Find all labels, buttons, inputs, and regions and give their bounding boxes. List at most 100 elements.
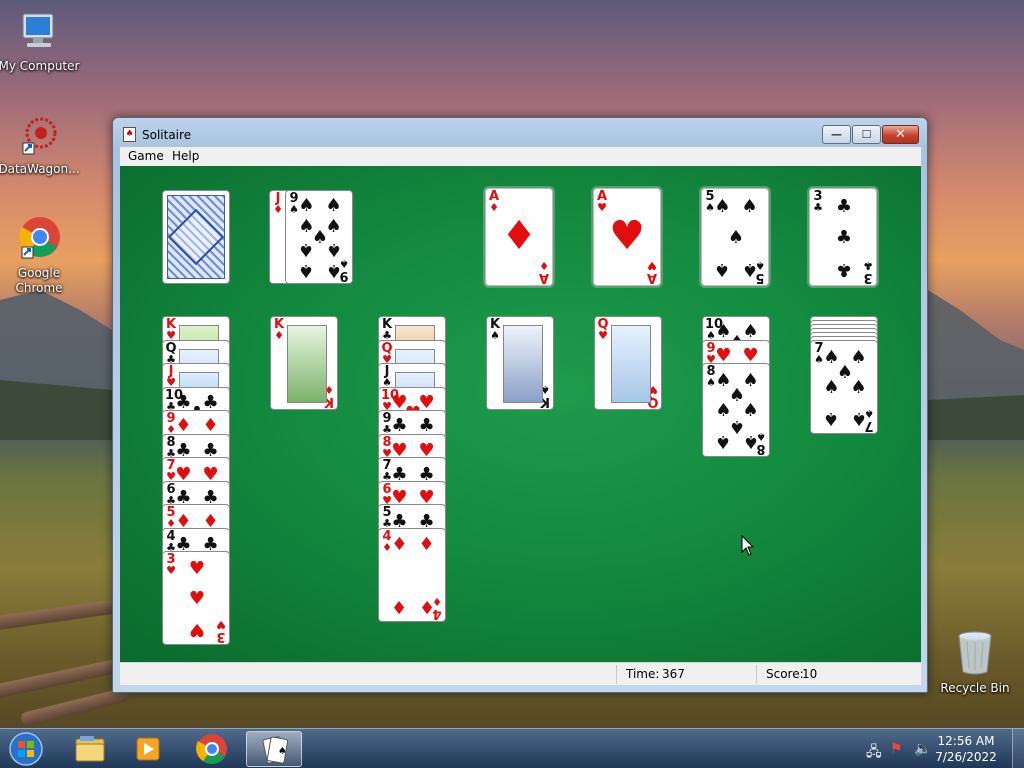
minimize-button[interactable]: — bbox=[822, 125, 851, 144]
card-suit-icon: ♦ bbox=[489, 201, 499, 214]
card-suit-icon: ♦ bbox=[273, 203, 283, 216]
card-pip: ♦ bbox=[418, 595, 435, 617]
playing-card[interactable]: K ♠ K ♠ bbox=[486, 316, 554, 410]
taskbar-chrome[interactable] bbox=[184, 731, 240, 767]
maximize-icon: ☐ bbox=[861, 128, 872, 141]
window-title: Solitaire bbox=[142, 128, 192, 142]
chrome-icon bbox=[19, 217, 60, 259]
solitaire-window: ♠ Solitaire — ☐ ✕ Game Help J♦J♦9♠9♠♠♠♠♠… bbox=[112, 117, 928, 693]
playing-card[interactable]: 3 ♣ 3 ♣ ♣ ♣ ♣ bbox=[809, 188, 877, 286]
card-pip: ♦ bbox=[418, 534, 435, 556]
taskbar-explorer[interactable] bbox=[62, 731, 118, 767]
playing-card[interactable]: 5 ♠ 5 ♠ ♠ ♠ ♠ ♠ ♠ bbox=[701, 188, 769, 286]
time-value: 367 bbox=[662, 667, 685, 681]
media-player-icon bbox=[136, 737, 160, 761]
playing-card[interactable]: 8 ♠ 8 ♠ ♠ ♠ ♠ ♠ ♠ ♠ ♠ ♠ bbox=[702, 363, 770, 457]
card-pip: ♥ bbox=[188, 588, 206, 609]
card-suit-icon: ♦ bbox=[539, 259, 549, 272]
playing-card[interactable]: A ♦ A ♦ ♦ bbox=[485, 188, 553, 286]
action-center-flag-icon[interactable]: ⚑ bbox=[890, 741, 903, 757]
score-value: 10 bbox=[802, 667, 818, 681]
card-pip: ♥ bbox=[188, 619, 206, 641]
card-suit-icon: ♠ bbox=[490, 329, 500, 342]
time-label: Time: bbox=[626, 667, 660, 681]
playing-card[interactable]: 3 ♥ 3 ♥ ♥ ♥ ♥ bbox=[162, 551, 230, 645]
clock-date: 7/26/2022 bbox=[935, 750, 997, 764]
fence-rail bbox=[0, 599, 121, 631]
card-pip: ♠ bbox=[298, 195, 315, 217]
system-clock[interactable]: 12:56 AM 7/26/2022 bbox=[934, 733, 998, 765]
explorer-icon bbox=[75, 736, 105, 762]
card-pip: ♦ bbox=[391, 534, 408, 556]
desktop-icon-label: Google Chrome bbox=[15, 266, 63, 295]
card-pip: ♠ bbox=[714, 259, 731, 281]
card-suit-icon: ♣ bbox=[813, 201, 823, 214]
taskbar-media-player[interactable] bbox=[120, 731, 176, 767]
datawagon-icon bbox=[22, 117, 57, 155]
title-bar[interactable]: ♠ Solitaire — ☐ ✕ bbox=[113, 118, 927, 150]
close-button[interactable]: ✕ bbox=[882, 125, 919, 144]
card-pip: ♦ bbox=[202, 415, 219, 437]
card-pip: ♠ bbox=[325, 195, 342, 217]
show-desktop-button[interactable] bbox=[1012, 729, 1024, 768]
playing-card[interactable]: Q♥Q♥ bbox=[594, 316, 662, 410]
card-face-art bbox=[611, 325, 651, 403]
card-pip: ♠ bbox=[850, 408, 867, 430]
playing-card[interactable]: 4 ♦ 4 ♦ ♦ ♦ ♦ ♦ bbox=[378, 527, 446, 622]
card-suit-icon: ♥ bbox=[597, 201, 607, 214]
card-pip: ♠ bbox=[298, 259, 315, 281]
card-corner-bottom: A ♦ bbox=[538, 259, 550, 285]
card-rank: 3 bbox=[863, 270, 873, 285]
card-rank: A bbox=[538, 270, 550, 285]
menu-game[interactable]: Game bbox=[128, 149, 164, 163]
card-pip: ♠ bbox=[823, 377, 840, 398]
taskbar-solitaire[interactable]: ♠ bbox=[246, 731, 302, 767]
card-ace-pip: ♦ bbox=[501, 213, 537, 259]
desktop-icon-datawagon[interactable]: DataWagon... bbox=[0, 113, 81, 177]
card-pip: ♠ bbox=[742, 431, 759, 453]
menu-help[interactable]: Help bbox=[172, 149, 199, 163]
card-corner-bottom: 3 ♥ bbox=[215, 618, 227, 644]
menu-bar: Game Help bbox=[120, 147, 921, 166]
card-pip: ♠ bbox=[823, 408, 840, 430]
card-pip: ♠ bbox=[850, 377, 867, 398]
desktop-icon-google-chrome[interactable]: Google Chrome bbox=[0, 215, 81, 296]
desktop-icon-recycle-bin[interactable]: Recycle Bin bbox=[933, 630, 1017, 696]
game-table[interactable]: J♦J♦9♠9♠♠♠♠♠♠♠♠♠♠A♦A♦♦A♥A♥♥5♠5♠♠♠♠♠♠3♣3♣… bbox=[120, 166, 921, 662]
network-icon[interactable]: 🖧 bbox=[866, 741, 882, 765]
maximize-button[interactable]: ☐ bbox=[852, 125, 881, 144]
card-suit-icon: ♦ bbox=[274, 329, 284, 342]
status-bar: Time: 367 Score: 10 bbox=[120, 662, 921, 685]
chrome-icon bbox=[196, 734, 227, 764]
desktop-icon-my-computer[interactable]: My Computer bbox=[0, 10, 81, 74]
card-back[interactable] bbox=[162, 190, 230, 284]
volume-icon[interactable]: 🔈 bbox=[914, 741, 931, 757]
card-suit-icon: ♥ bbox=[598, 329, 608, 342]
card-suit-icon: ♥ bbox=[647, 259, 657, 272]
score-label: Score: bbox=[766, 667, 804, 681]
start-orb-icon bbox=[9, 732, 43, 766]
start-button[interactable] bbox=[4, 731, 60, 767]
playing-card[interactable]: 7 ♠ 7 ♠ ♠ ♠ ♠ ♠ ♠ ♠ ♠ bbox=[810, 340, 878, 434]
playing-card[interactable]: K ♦ K ♦ bbox=[270, 316, 338, 410]
card-pip: ♠ bbox=[714, 195, 731, 217]
card-pip: ♠ bbox=[727, 227, 745, 248]
playing-card[interactable]: A ♥ A ♥ ♥ bbox=[593, 188, 661, 286]
card-rank: 3 bbox=[216, 629, 226, 644]
card-corner-bottom: 3 ♣ bbox=[862, 259, 874, 285]
card-pip: ♠ bbox=[741, 195, 758, 217]
card-suit-icon: ♥ bbox=[216, 618, 226, 631]
taskbar: ♠ 🖧 ⚑ 🔈 12:56 AM 7/26/2022 bbox=[0, 728, 1024, 768]
card-pip: ♠ bbox=[741, 259, 758, 281]
card-suit-icon: ♥ bbox=[166, 564, 176, 577]
card-corner-bottom: A ♥ bbox=[646, 259, 658, 285]
status-divider bbox=[616, 665, 617, 684]
card-ace-pip: ♥ bbox=[609, 213, 645, 259]
card-rank: A bbox=[646, 270, 658, 285]
card-pip: ♠ bbox=[298, 239, 315, 261]
desktop-icon-label: DataWagon... bbox=[0, 162, 80, 176]
card-pip: ♥ bbox=[742, 344, 759, 366]
clock-time: 12:56 AM bbox=[937, 734, 995, 748]
playing-card[interactable]: 9 ♠ 9 ♠ ♠ ♠ ♠ ♠ ♠ ♠ ♠ ♠ ♠ bbox=[285, 190, 353, 284]
svg-text:♠: ♠ bbox=[278, 746, 287, 757]
